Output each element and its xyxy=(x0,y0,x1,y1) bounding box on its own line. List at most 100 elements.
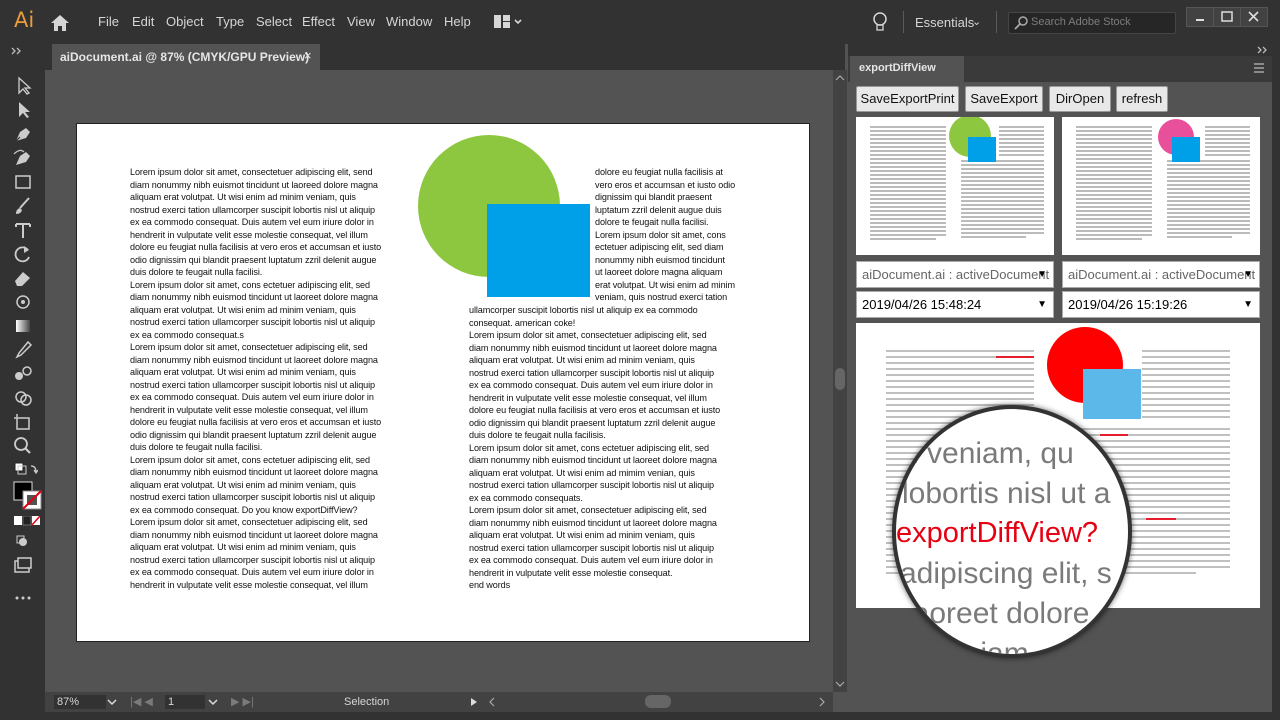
search-icon xyxy=(1014,16,1028,30)
scroll-thumb[interactable] xyxy=(835,368,845,390)
last-artboard-icon[interactable]: ▶ ▶| xyxy=(231,695,254,708)
horizontal-scrollbar[interactable] xyxy=(480,692,833,712)
puppet-warp-tool-icon[interactable] xyxy=(12,292,34,312)
left-date-value: 2019/04/26 15:48:24 xyxy=(862,297,982,312)
right-document-value: aiDocument.ai : activeDocument xyxy=(1068,267,1256,282)
shape-builder-tool-icon[interactable] xyxy=(12,388,34,408)
refresh-button[interactable]: refresh xyxy=(1116,86,1168,112)
chevron-down-icon: ▼ xyxy=(1037,269,1047,280)
blend-tool-icon[interactable] xyxy=(12,364,34,384)
stock-search-input[interactable]: Search Adobe Stock xyxy=(1008,12,1176,34)
panel-title: exportDiffView xyxy=(859,62,936,74)
panel-tab[interactable]: exportDiffView xyxy=(850,56,964,82)
text-column-right-top[interactable]: dolore eu feugiat nulla facilisis at ver… xyxy=(595,166,775,304)
type-tool-icon[interactable] xyxy=(12,220,34,240)
menu-effect[interactable]: Effect xyxy=(302,14,335,29)
arrange-documents-icon[interactable] xyxy=(492,12,522,32)
tools-panel xyxy=(0,44,45,712)
left-document-value: aiDocument.ai : activeDocument xyxy=(862,267,1050,282)
text-column-left[interactable]: Lorem ipsum dolor sit amet, consectetuer… xyxy=(130,166,430,591)
swap-colors-icon[interactable] xyxy=(14,462,38,480)
zoom-dropdown-icon[interactable] xyxy=(107,698,117,706)
current-tool-label: Selection xyxy=(344,696,390,708)
artboard-number-field[interactable]: 1 xyxy=(165,695,205,709)
zoom-level: 87% xyxy=(57,696,80,708)
fill-stroke-swatch-icon[interactable] xyxy=(13,481,43,511)
artboard-dropdown-icon[interactable] xyxy=(208,698,218,706)
eraser-tool-icon[interactable] xyxy=(12,268,34,288)
chevron-down-icon: ▼ xyxy=(1243,269,1253,280)
magnifier-lens: n veniam, qu lobortis nisl ut a exportDi… xyxy=(892,405,1132,658)
rotate-tool-icon[interactable] xyxy=(12,244,34,264)
menu-bar: Ai File Edit Object Type Select Effect V… xyxy=(0,0,1280,44)
eyedropper-tool-icon[interactable] xyxy=(12,340,34,360)
more-tools-icon[interactable] xyxy=(12,588,34,608)
menu-object[interactable]: Object xyxy=(166,14,204,29)
scroll-down-icon[interactable] xyxy=(835,680,845,688)
workspace-switcher[interactable]: Essentials xyxy=(915,15,974,30)
right-document-select[interactable]: aiDocument.ai : activeDocument ▼ xyxy=(1062,261,1260,288)
scroll-up-icon[interactable] xyxy=(835,74,845,82)
menu-edit[interactable]: Edit xyxy=(132,14,154,29)
menu-window[interactable]: Window xyxy=(386,14,432,29)
minimize-button[interactable] xyxy=(1186,7,1214,27)
menu-file[interactable]: File xyxy=(98,14,119,29)
close-tab-icon[interactable]: × xyxy=(304,48,312,63)
chevron-down-icon[interactable]: ⌄ xyxy=(972,15,981,28)
save-export-print-button[interactable]: SaveExportPrint xyxy=(856,86,959,112)
selection-tool-icon[interactable] xyxy=(12,100,34,120)
left-date-select[interactable]: 2019/04/26 15:48:24 ▼ xyxy=(856,291,1054,318)
artboard[interactable]: Lorem ipsum dolor sit amet, consectetuer… xyxy=(76,123,810,642)
vertical-scrollbar[interactable] xyxy=(833,70,847,692)
right-date-value: 2019/04/26 15:19:26 xyxy=(1068,297,1188,312)
scroll-left-icon[interactable] xyxy=(488,697,496,707)
left-document-select[interactable]: aiDocument.ai : activeDocument ▼ xyxy=(856,261,1054,288)
document-tab[interactable]: aiDocument.ai @ 87% (CMYK/GPU Preview) × xyxy=(52,44,320,70)
screen-mode-icon[interactable] xyxy=(12,556,34,576)
close-window-button[interactable] xyxy=(1240,7,1268,27)
app-logo: Ai xyxy=(14,8,35,32)
blue-square[interactable] xyxy=(487,204,590,297)
left-version-thumbnail[interactable] xyxy=(856,117,1054,255)
scroll-right-icon[interactable] xyxy=(818,697,826,707)
first-artboard-icon[interactable]: |◀ ◀ xyxy=(130,695,153,708)
pen-tool-icon[interactable] xyxy=(12,124,34,144)
dir-open-button[interactable]: DirOpen xyxy=(1049,86,1111,112)
rectangle-tool-icon[interactable] xyxy=(12,172,34,192)
gradient-tool-icon[interactable] xyxy=(12,316,34,336)
chevron-down-icon: ▼ xyxy=(1037,299,1047,310)
magnifier-line-1: n veniam, qu xyxy=(902,437,1074,470)
drawing-mode-icon[interactable] xyxy=(12,532,34,552)
document-tab-title: aiDocument.ai @ 87% (CMYK/GPU Preview) xyxy=(60,50,310,64)
window-edge xyxy=(1272,44,1280,712)
magnifier-line-5: laoreet dolore xyxy=(906,597,1090,630)
menu-select[interactable]: Select xyxy=(256,14,292,29)
zoom-field[interactable]: 87% xyxy=(54,695,106,709)
menu-help[interactable]: Help xyxy=(444,14,471,29)
right-version-thumbnail[interactable] xyxy=(1062,117,1260,255)
curvature-tool-icon[interactable] xyxy=(12,148,34,168)
lightbulb-icon[interactable] xyxy=(870,11,890,33)
collapse-panel-icon[interactable] xyxy=(10,46,24,56)
magnifier-highlight: exportDiffView? xyxy=(896,517,1099,549)
color-mode-icon[interactable] xyxy=(14,516,42,526)
search-placeholder: Search Adobe Stock xyxy=(1031,16,1131,28)
minimize-icon xyxy=(1196,19,1204,21)
close-icon xyxy=(1248,11,1259,22)
hscroll-thumb[interactable] xyxy=(645,695,671,708)
panel-menu-icon[interactable] xyxy=(1252,62,1266,74)
maximize-button[interactable] xyxy=(1213,7,1241,27)
status-menu-icon[interactable] xyxy=(470,697,478,707)
right-date-select[interactable]: 2019/04/26 15:19:26 ▼ xyxy=(1062,291,1260,318)
direct-selection-tool-icon[interactable] xyxy=(12,76,34,96)
zoom-tool-icon[interactable] xyxy=(12,436,34,456)
menu-type[interactable]: Type xyxy=(216,14,244,29)
text-column-right-bottom[interactable]: ullamcorper suscipit lobortis nisl ut al… xyxy=(469,304,769,592)
artboard-tool-icon[interactable] xyxy=(12,412,34,432)
menu-view[interactable]: View xyxy=(347,14,375,29)
save-export-button[interactable]: SaveExport xyxy=(965,86,1043,112)
home-icon[interactable] xyxy=(49,12,71,34)
paintbrush-tool-icon[interactable] xyxy=(12,196,34,216)
magnifier-line-2: lobortis nisl ut a xyxy=(902,477,1111,510)
collapse-panel-icon[interactable] xyxy=(1256,45,1270,55)
